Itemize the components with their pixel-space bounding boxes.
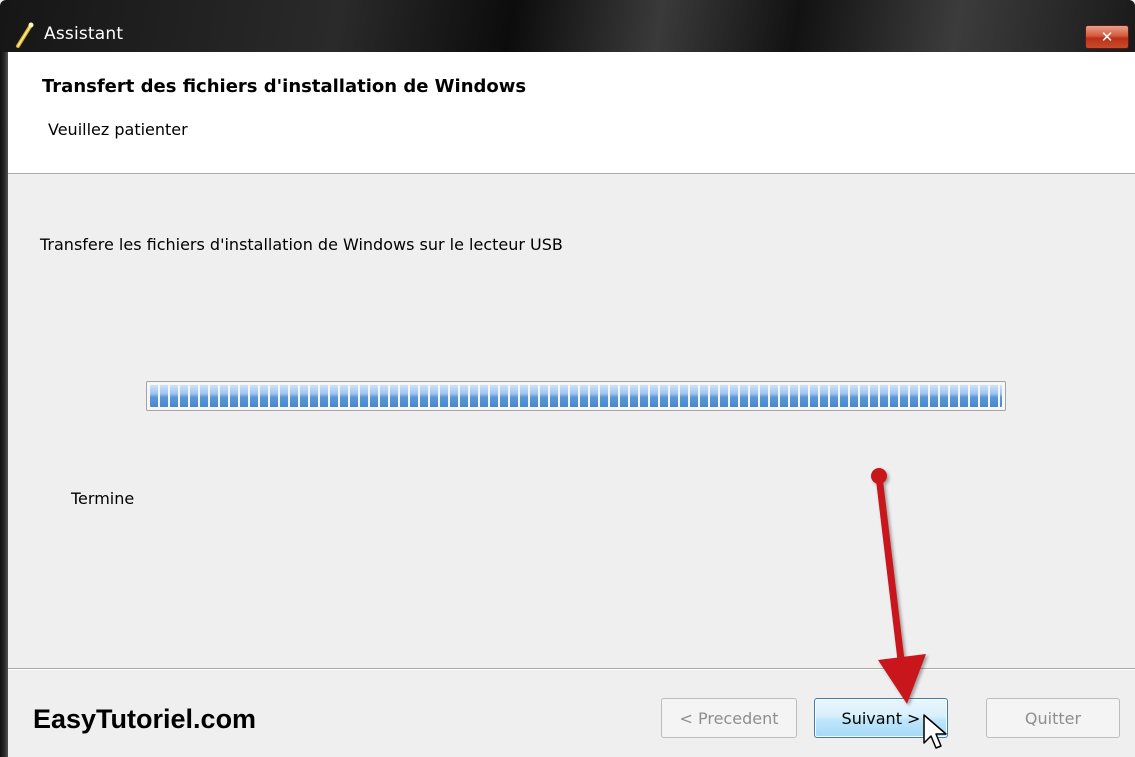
status-label: Termine <box>71 489 135 508</box>
window-frame-left <box>0 52 8 757</box>
task-description: Transfere les fichiers d'installation de… <box>40 235 563 254</box>
title-bar[interactable]: Assistant ✕ <box>0 0 1135 52</box>
window-title: Assistant <box>44 24 124 44</box>
previous-button[interactable]: < Precedent <box>661 698 797 738</box>
mouse-pointer-icon <box>923 714 947 749</box>
progress-bar <box>146 381 1006 411</box>
page-title: Transfert des fichiers d'installation de… <box>42 76 527 97</box>
wizard-window: Assistant ✕ Transfert des fichiers d'ins… <box>0 0 1135 757</box>
close-button[interactable]: ✕ <box>1085 25 1129 49</box>
watermark: EasyTutoriel.com <box>33 704 257 734</box>
wizard-header: Transfert des fichiers d'installation de… <box>8 52 1135 174</box>
progress-bar-fill <box>150 385 1002 407</box>
page-subtitle: Veuillez patienter <box>48 120 188 139</box>
wand-icon <box>16 22 34 48</box>
footer-divider <box>8 668 1135 669</box>
close-icon: ✕ <box>1100 28 1114 46</box>
quit-button[interactable]: Quitter <box>986 698 1120 738</box>
